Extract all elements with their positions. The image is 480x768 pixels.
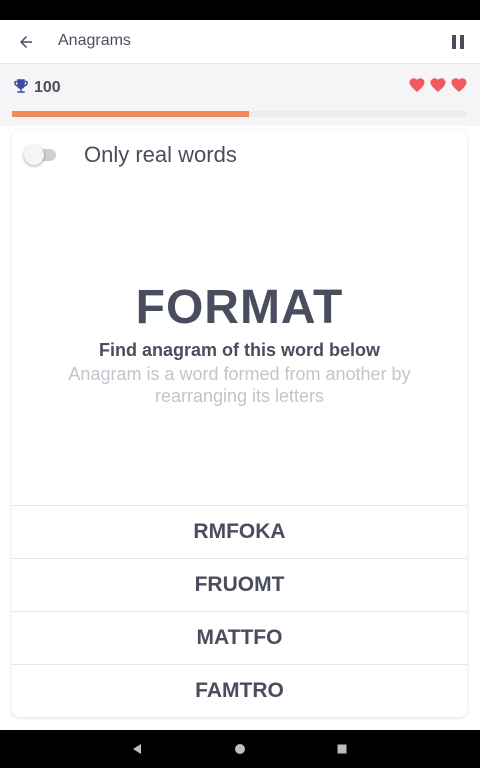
system-nav-bar: [0, 730, 480, 768]
back-button[interactable]: [14, 30, 38, 54]
source-word: FORMAT: [135, 281, 344, 334]
toggle-switch[interactable]: [24, 145, 56, 165]
page-title: Anagrams: [58, 32, 131, 49]
pause-button[interactable]: [446, 30, 470, 54]
progress-fill: [12, 111, 249, 117]
nav-recents-icon: [337, 744, 347, 754]
hint-text: Anagram is a word formed from another by…: [68, 364, 411, 406]
heart-icon: [409, 78, 425, 93]
answer-options: RMFOKA FRUOMT MATTFO FAMTRO: [12, 505, 467, 717]
toggle-label: Only real words: [84, 142, 237, 167]
nav-back-button[interactable]: [130, 742, 144, 756]
stats-bar: 100: [0, 64, 480, 126]
instruction-text: Find anagram of this word below: [98, 340, 380, 360]
arrow-left-icon: [20, 36, 32, 48]
pause-icon: [452, 35, 464, 49]
status-bar: [0, 0, 480, 20]
nav-home-icon: [235, 744, 245, 754]
answer-option[interactable]: MATTFO: [12, 611, 467, 664]
trophy-icon: [14, 79, 28, 93]
nav-back-icon: [133, 744, 141, 754]
only-real-words-toggle[interactable]: Only real words: [24, 142, 237, 168]
heart-icon: [451, 78, 467, 93]
answer-option[interactable]: FRUOMT: [12, 558, 467, 611]
heart-icon: [430, 78, 446, 93]
app-bar: Anagrams: [0, 20, 480, 64]
answer-option[interactable]: FAMTRO: [12, 664, 467, 717]
score-value: 100: [34, 79, 61, 96]
nav-home-button[interactable]: [233, 742, 247, 756]
progress-bar: [12, 111, 467, 117]
toggle-thumb: [24, 145, 44, 165]
lives: [408, 76, 468, 94]
nav-recents-button[interactable]: [335, 742, 349, 756]
word-block: FORMAT Find anagram of this word below A…: [12, 280, 467, 407]
answer-option[interactable]: RMFOKA: [12, 505, 467, 558]
question-card: Only real words FORMAT Find anagram of t…: [12, 130, 467, 717]
